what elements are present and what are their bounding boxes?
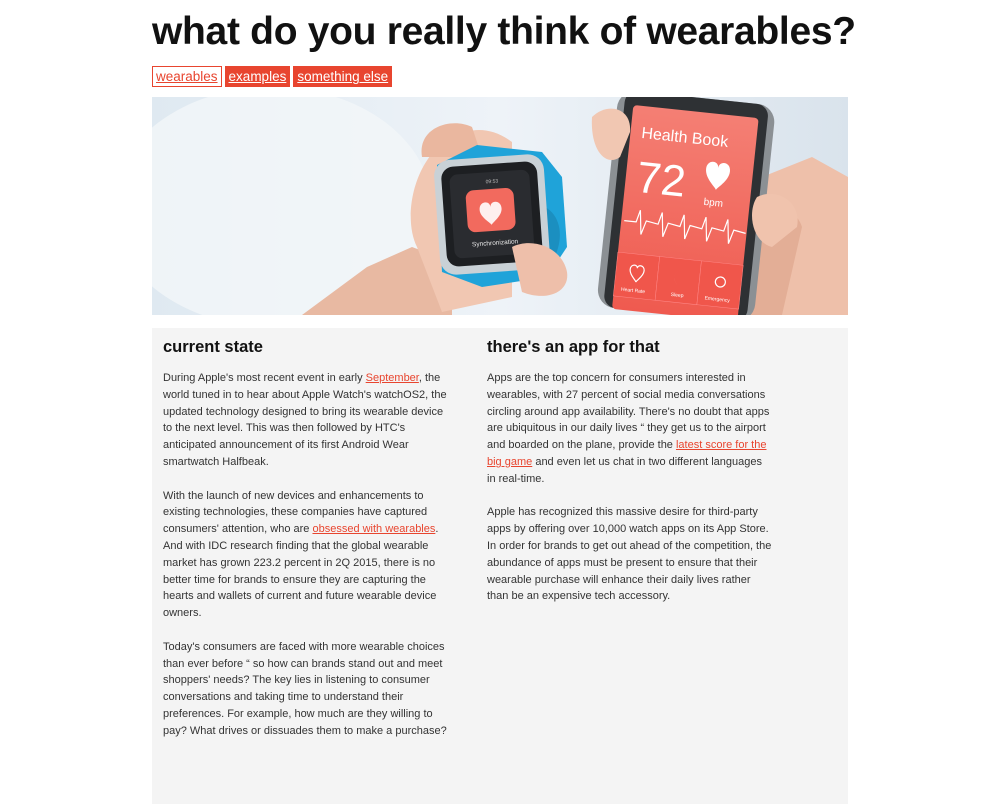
heading-app-for-that: there's an app for that <box>487 338 660 356</box>
paragraph: Apple has recognized this massive desire… <box>487 506 772 603</box>
paragraph: Today's consumers are faced with more we… <box>163 640 447 737</box>
phone-bpm-unit: bpm <box>703 197 723 210</box>
tag-examples[interactable]: examples <box>224 66 291 87</box>
link-september[interactable]: September <box>366 372 419 384</box>
tag-wearables[interactable]: wearables <box>152 66 222 87</box>
phone-bpm-value: 72 <box>634 153 688 207</box>
text: , the world tuned in to hear about Apple… <box>163 372 447 468</box>
paragraph: Apps are the top concern for consumers i… <box>487 370 772 488</box>
tag-list: wearables examples something else <box>152 66 395 87</box>
link-obsessed-with-wearables[interactable]: obsessed with wearables <box>312 523 435 535</box>
paragraph: With the launch of new devices and enhan… <box>163 488 448 622</box>
hero-illustration: Synchronization 09:53 Health Book 72 bpm <box>152 97 848 315</box>
text: During Apple's most recent event in earl… <box>163 372 366 384</box>
hero-image: Synchronization 09:53 Health Book 72 bpm <box>152 97 848 315</box>
watch-time: 09:53 <box>485 178 498 185</box>
text: . And with IDC research finding that the… <box>163 523 439 620</box>
tag-something-else[interactable]: something else <box>293 66 393 87</box>
paragraph: During Apple's most recent event in earl… <box>163 370 448 471</box>
page-title: what do you really think of wearables? <box>152 10 856 53</box>
heading-current-state: current state <box>163 338 263 356</box>
content-panel: current state During Apple's most recent… <box>152 328 848 804</box>
